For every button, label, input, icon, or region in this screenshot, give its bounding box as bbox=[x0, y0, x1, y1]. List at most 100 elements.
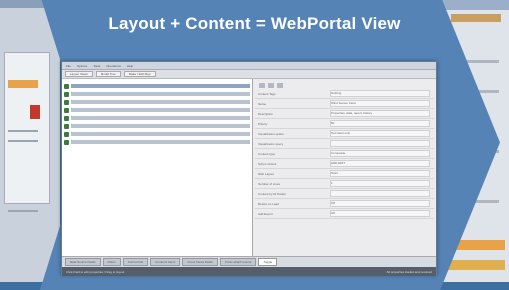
tree-node[interactable]: Aviation requirements (5) (1) (ADD-EDIT) bbox=[64, 106, 250, 114]
property-value[interactable]: Wind Sensor Field bbox=[330, 100, 430, 107]
node-icon bbox=[64, 139, 69, 145]
node-icon bbox=[64, 123, 69, 129]
property-value[interactable]: ADD-EDIT bbox=[330, 160, 430, 167]
menu-bar: File Options Tools Operations Help bbox=[62, 62, 436, 70]
property-value[interactable]: Nothing bbox=[330, 90, 430, 97]
property-key: Name bbox=[258, 101, 267, 106]
filter-icon[interactable] bbox=[268, 82, 274, 88]
bg-right-orange-bar bbox=[445, 260, 505, 270]
node-icon bbox=[64, 115, 69, 121]
toolbar-button[interactable]: Model Tree bbox=[95, 71, 121, 77]
tab[interactable]: Filters bbox=[102, 258, 121, 266]
status-right: All properties loaded and resolved bbox=[386, 269, 432, 274]
property-value[interactable]: Off bbox=[330, 210, 430, 217]
toolbar-button[interactable]: Make / Edit Map bbox=[123, 71, 156, 77]
property-key: Content type bbox=[258, 151, 276, 156]
property-value[interactable]: Composite bbox=[330, 150, 430, 157]
menu-item[interactable]: Help bbox=[127, 64, 133, 68]
property-value[interactable]: Off bbox=[330, 200, 430, 207]
tree-node[interactable]: Access Credentials (5) (ADD-EDIT) bbox=[64, 138, 250, 146]
tab[interactable]: Cross attach events bbox=[219, 258, 257, 266]
property-key: Content by ID Param bbox=[258, 191, 287, 196]
model-tree: Interface – CS (5) (Localization) Meteoro… bbox=[62, 79, 253, 256]
property-row: Add Export Off bbox=[255, 209, 434, 219]
bg-left-red-block bbox=[30, 105, 40, 119]
tree-node[interactable]: Sensor profiles (5) (3) (Recorder) (ATC)… bbox=[64, 98, 250, 106]
app-window-screenshot: File Options Tools Operations Help Layout Vi… bbox=[61, 61, 437, 276]
status-left: Click Field to edit properties / Drag to… bbox=[66, 269, 125, 274]
property-row: Priority 50 bbox=[255, 119, 434, 129]
property-row: Description Properties, data, report, his… bbox=[255, 109, 434, 119]
menu-item[interactable]: Tools bbox=[93, 64, 100, 68]
property-key: Priority bbox=[258, 121, 268, 126]
property-key: Add Export bbox=[258, 211, 273, 216]
page-headline: Layout + Content = WebPortal View bbox=[108, 14, 401, 33]
menu-item[interactable]: Options bbox=[77, 64, 87, 68]
node-icon bbox=[64, 91, 69, 97]
bg-left-line bbox=[8, 130, 38, 132]
property-panel: Content Tags Nothing Name Wind Sensor Field… bbox=[253, 79, 436, 256]
property-key: Description bbox=[258, 111, 274, 116]
tab[interactable]: Contents Items bbox=[150, 258, 181, 266]
property-value[interactable]: Text label only bbox=[330, 130, 430, 137]
node-label: Interface – CS (5) (Localization) bbox=[71, 84, 250, 88]
property-row: Name Wind Sensor Field bbox=[255, 99, 434, 109]
tree-node[interactable]: Audit – Recording, dispatch – gate work … bbox=[64, 130, 250, 138]
tab[interactable]: Toggle bbox=[258, 258, 278, 266]
node-label: Aviation requirements (5) (1) (ADD-EDIT) bbox=[71, 108, 250, 112]
menu-item[interactable]: Operations bbox=[106, 64, 121, 68]
property-value[interactable]: 1 bbox=[330, 180, 430, 187]
bottom-tabs: Data Source Fields Filters Control Info Con… bbox=[62, 256, 436, 267]
node-label: Meteorological data (5) (12) (ADD-EDIT) bbox=[71, 92, 250, 96]
status-bar: Click Field to edit properties / Drag to… bbox=[62, 267, 436, 276]
property-key: Visualization query bbox=[258, 141, 284, 146]
toolbar-button[interactable]: Layout Views bbox=[65, 71, 93, 77]
node-icon bbox=[64, 107, 69, 113]
property-row: Web Layout Strict bbox=[255, 169, 434, 179]
tree-node[interactable]: Interface – CS (5) (Localization) bbox=[64, 82, 250, 90]
background-left-screenshot bbox=[0, 0, 60, 282]
property-toolbar bbox=[255, 81, 434, 89]
property-row: Resize on Load Off bbox=[255, 199, 434, 209]
property-row: Visualization option Text label only bbox=[255, 129, 434, 139]
property-row: Script content ADD-EDIT bbox=[255, 159, 434, 169]
bg-left-line bbox=[8, 140, 38, 142]
bg-left-line bbox=[8, 210, 38, 212]
property-row: Content type Composite bbox=[255, 149, 434, 159]
node-icon bbox=[64, 83, 69, 89]
tab[interactable]: Cross Views Fields bbox=[182, 258, 218, 266]
tree-node[interactable]: Equipment (5) (Telemetry Data) (ADD-EDIT… bbox=[64, 114, 250, 122]
tab[interactable]: Control Info bbox=[122, 258, 149, 266]
sort-icon[interactable] bbox=[259, 82, 265, 88]
main-area: Interface – CS (5) (Localization) Meteoro… bbox=[62, 79, 436, 256]
property-value[interactable]: Properties, data, report, history bbox=[330, 110, 430, 117]
node-label: Access Credentials (5) (ADD-EDIT) bbox=[71, 140, 250, 144]
bg-left-pane bbox=[4, 52, 50, 204]
tree-node[interactable]: Status Panels (5) (4) (ADD-EDIT) bbox=[64, 122, 250, 130]
property-key: Content Tags bbox=[258, 91, 276, 96]
property-value[interactable]: Strict bbox=[330, 170, 430, 177]
tab[interactable]: Data Source Fields bbox=[65, 258, 101, 266]
menu-item[interactable]: File bbox=[66, 64, 71, 68]
node-label: Equipment (5) (Telemetry Data) (ADD-EDIT… bbox=[71, 116, 250, 120]
property-row: Content by ID Param bbox=[255, 189, 434, 199]
node-icon bbox=[64, 99, 69, 105]
bg-right-titlebar bbox=[439, 0, 509, 10]
refresh-icon[interactable] bbox=[277, 82, 283, 88]
property-key: Script content bbox=[258, 161, 277, 166]
tree-node[interactable]: Meteorological data (5) (12) (ADD-EDIT) bbox=[64, 90, 250, 98]
property-key: Visualization option bbox=[258, 131, 284, 136]
node-label: Audit – Recording, dispatch – gate work … bbox=[71, 132, 250, 136]
node-label: Sensor profiles (5) (3) (Recorder) (ATC)… bbox=[71, 100, 250, 104]
property-grid: Content Tags Nothing Name Wind Sensor Field… bbox=[255, 89, 434, 219]
property-key: Number of Lines bbox=[258, 181, 281, 186]
property-value[interactable] bbox=[330, 140, 430, 147]
property-row: Number of Lines 1 bbox=[255, 179, 434, 189]
property-value[interactable]: 50 bbox=[330, 120, 430, 127]
property-key: Resize on Load bbox=[258, 201, 279, 206]
node-label: Status Panels (5) (4) (ADD-EDIT) bbox=[71, 124, 250, 128]
property-key: Web Layout bbox=[258, 171, 274, 176]
property-value[interactable] bbox=[330, 190, 430, 197]
property-row: Content Tags Nothing bbox=[255, 89, 434, 99]
toolbar: Layout Views Model Tree Make / Edit Map bbox=[62, 70, 436, 79]
